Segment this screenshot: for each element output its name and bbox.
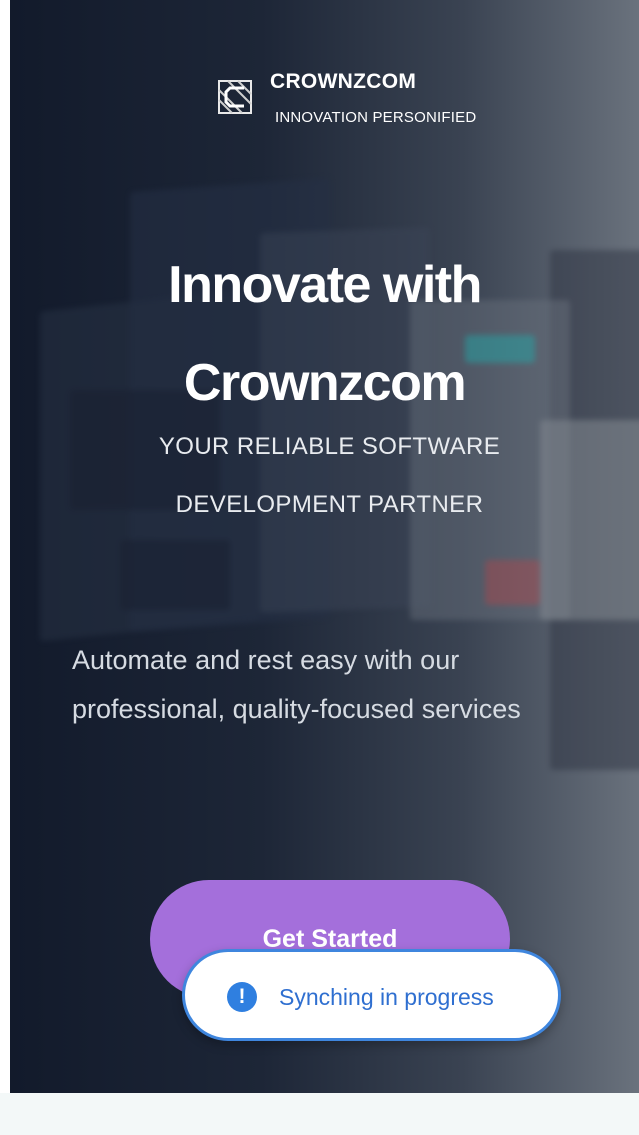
sync-toast-message: Synching in progress [279, 984, 494, 1010]
brand-tagline: INNOVATION PERSONIFIED [275, 109, 477, 126]
hero-subtitle-line-2: DEVELOPMENT PARTNER [175, 491, 484, 518]
hero-description: Automate and rest easy with our professi… [72, 645, 521, 724]
exclamation-circle-icon: ! [227, 982, 257, 1012]
hero-subtitle-line-1: YOUR RELIABLE SOFTWARE [158, 433, 501, 460]
brand-name: CROWNZCOM [270, 70, 417, 93]
hero-section: CROWNZCOM INNOVATION PERSONIFIED Innovat… [10, 0, 639, 1093]
hero-subtitle: YOUR RELIABLE SOFTWARE DEVELOPMENT PARTN… [10, 418, 639, 534]
brand-logo-link[interactable]: CROWNZCOM INNOVATION PERSONIFIED [218, 70, 538, 130]
crownzcom-logo-icon [218, 80, 252, 114]
next-section-strip [0, 1093, 639, 1135]
app-screen: CROWNZCOM INNOVATION PERSONIFIED Innovat… [0, 0, 639, 1135]
hero-headline: Innovate with Crownzcom [10, 236, 639, 432]
sync-toast: ! Synching in progress [182, 949, 561, 1041]
hero-headline-line-1: Innovate with [168, 256, 482, 314]
